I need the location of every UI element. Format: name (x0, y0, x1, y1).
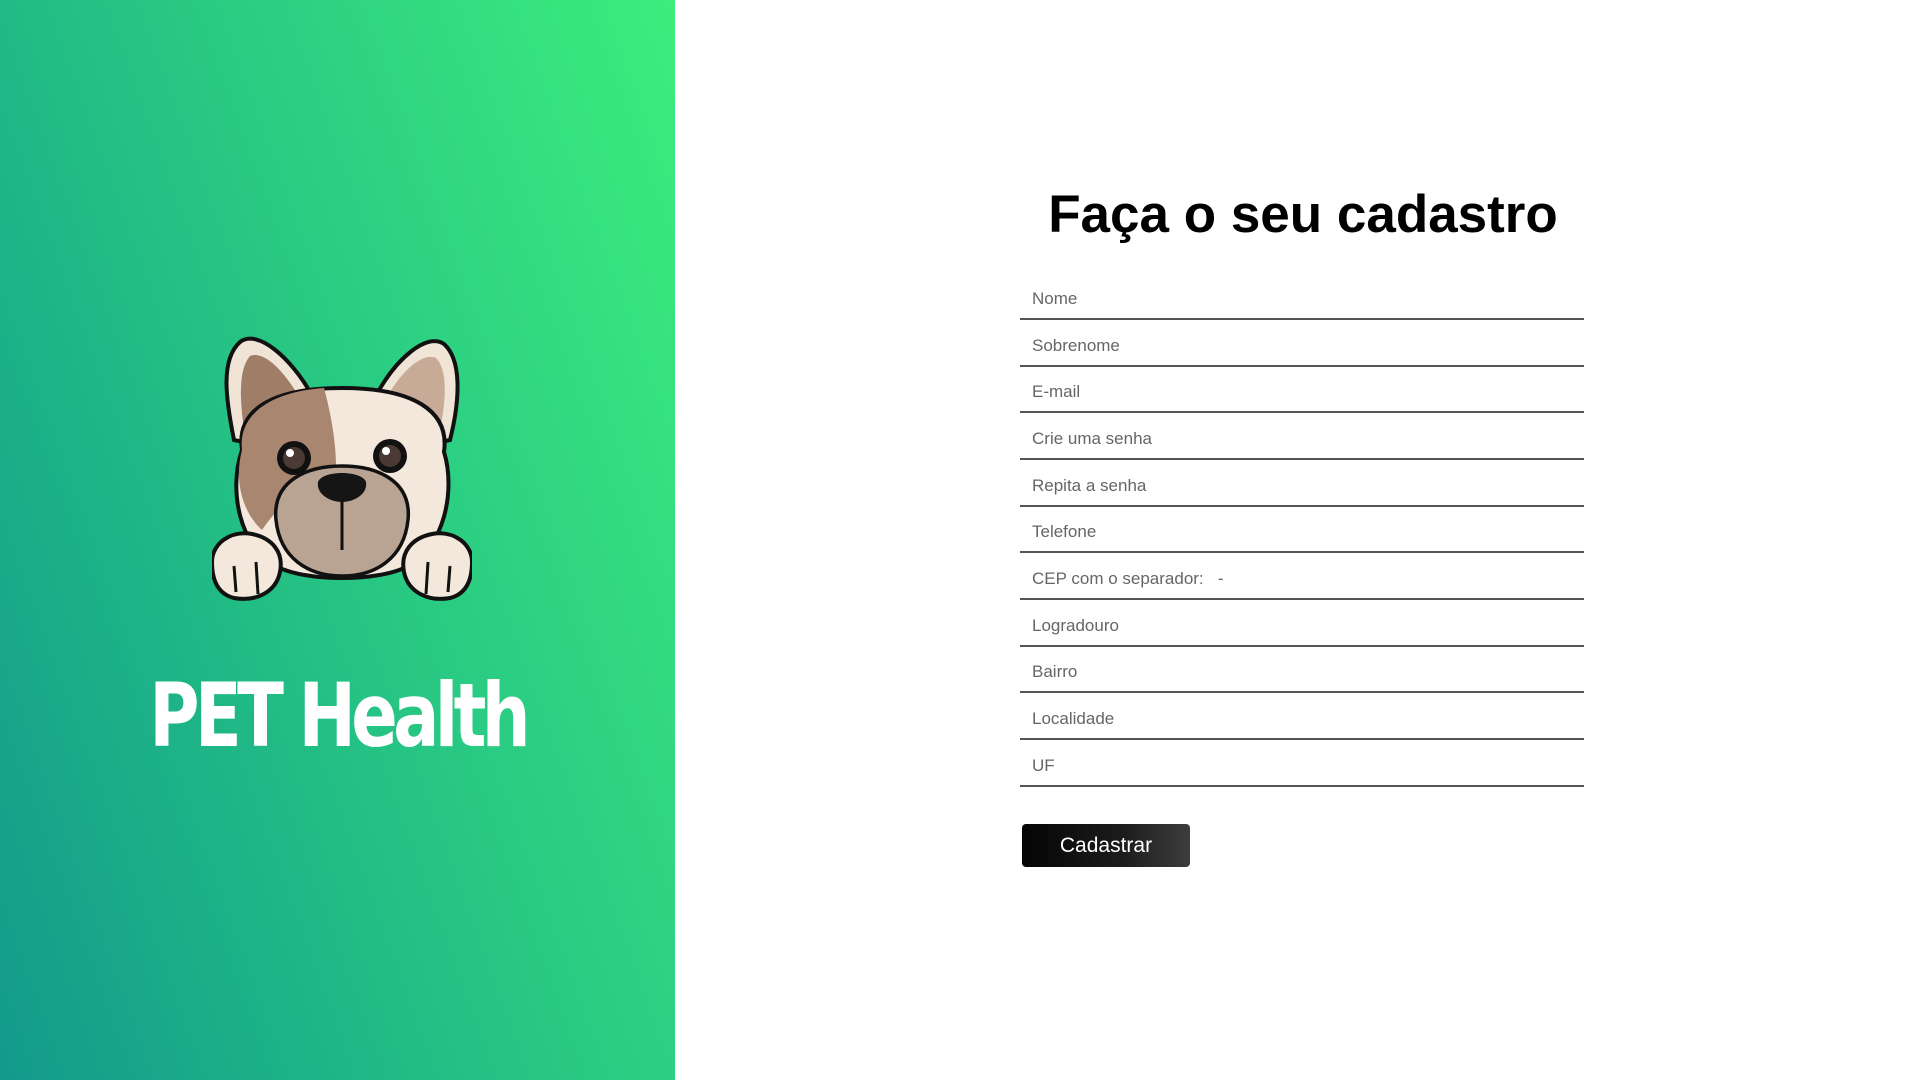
register-button[interactable]: Cadastrar (1022, 824, 1190, 867)
password-field[interactable] (1020, 420, 1584, 460)
signup-page: PET Health Faça o seu cadastro Cadastrar (0, 0, 1920, 1080)
page-title: Faça o seu cadastro (1048, 185, 1558, 244)
first-name-field[interactable] (1020, 280, 1584, 320)
french-bulldog-icon (212, 336, 472, 601)
phone-field[interactable] (1020, 513, 1584, 553)
last-name-field[interactable] (1020, 327, 1584, 367)
city-field[interactable] (1020, 700, 1584, 740)
state-field[interactable] (1020, 747, 1584, 787)
email-field[interactable] (1020, 373, 1584, 413)
street-field[interactable] (1020, 607, 1584, 647)
brand-title: PET Health (149, 664, 530, 767)
brand-panel: PET Health (0, 0, 675, 1080)
cep-field[interactable] (1020, 560, 1584, 600)
neighborhood-field[interactable] (1020, 653, 1584, 693)
signup-form: Faça o seu cadastro Cadastrar (1020, 0, 1586, 1080)
repeat-password-field[interactable] (1020, 467, 1584, 507)
